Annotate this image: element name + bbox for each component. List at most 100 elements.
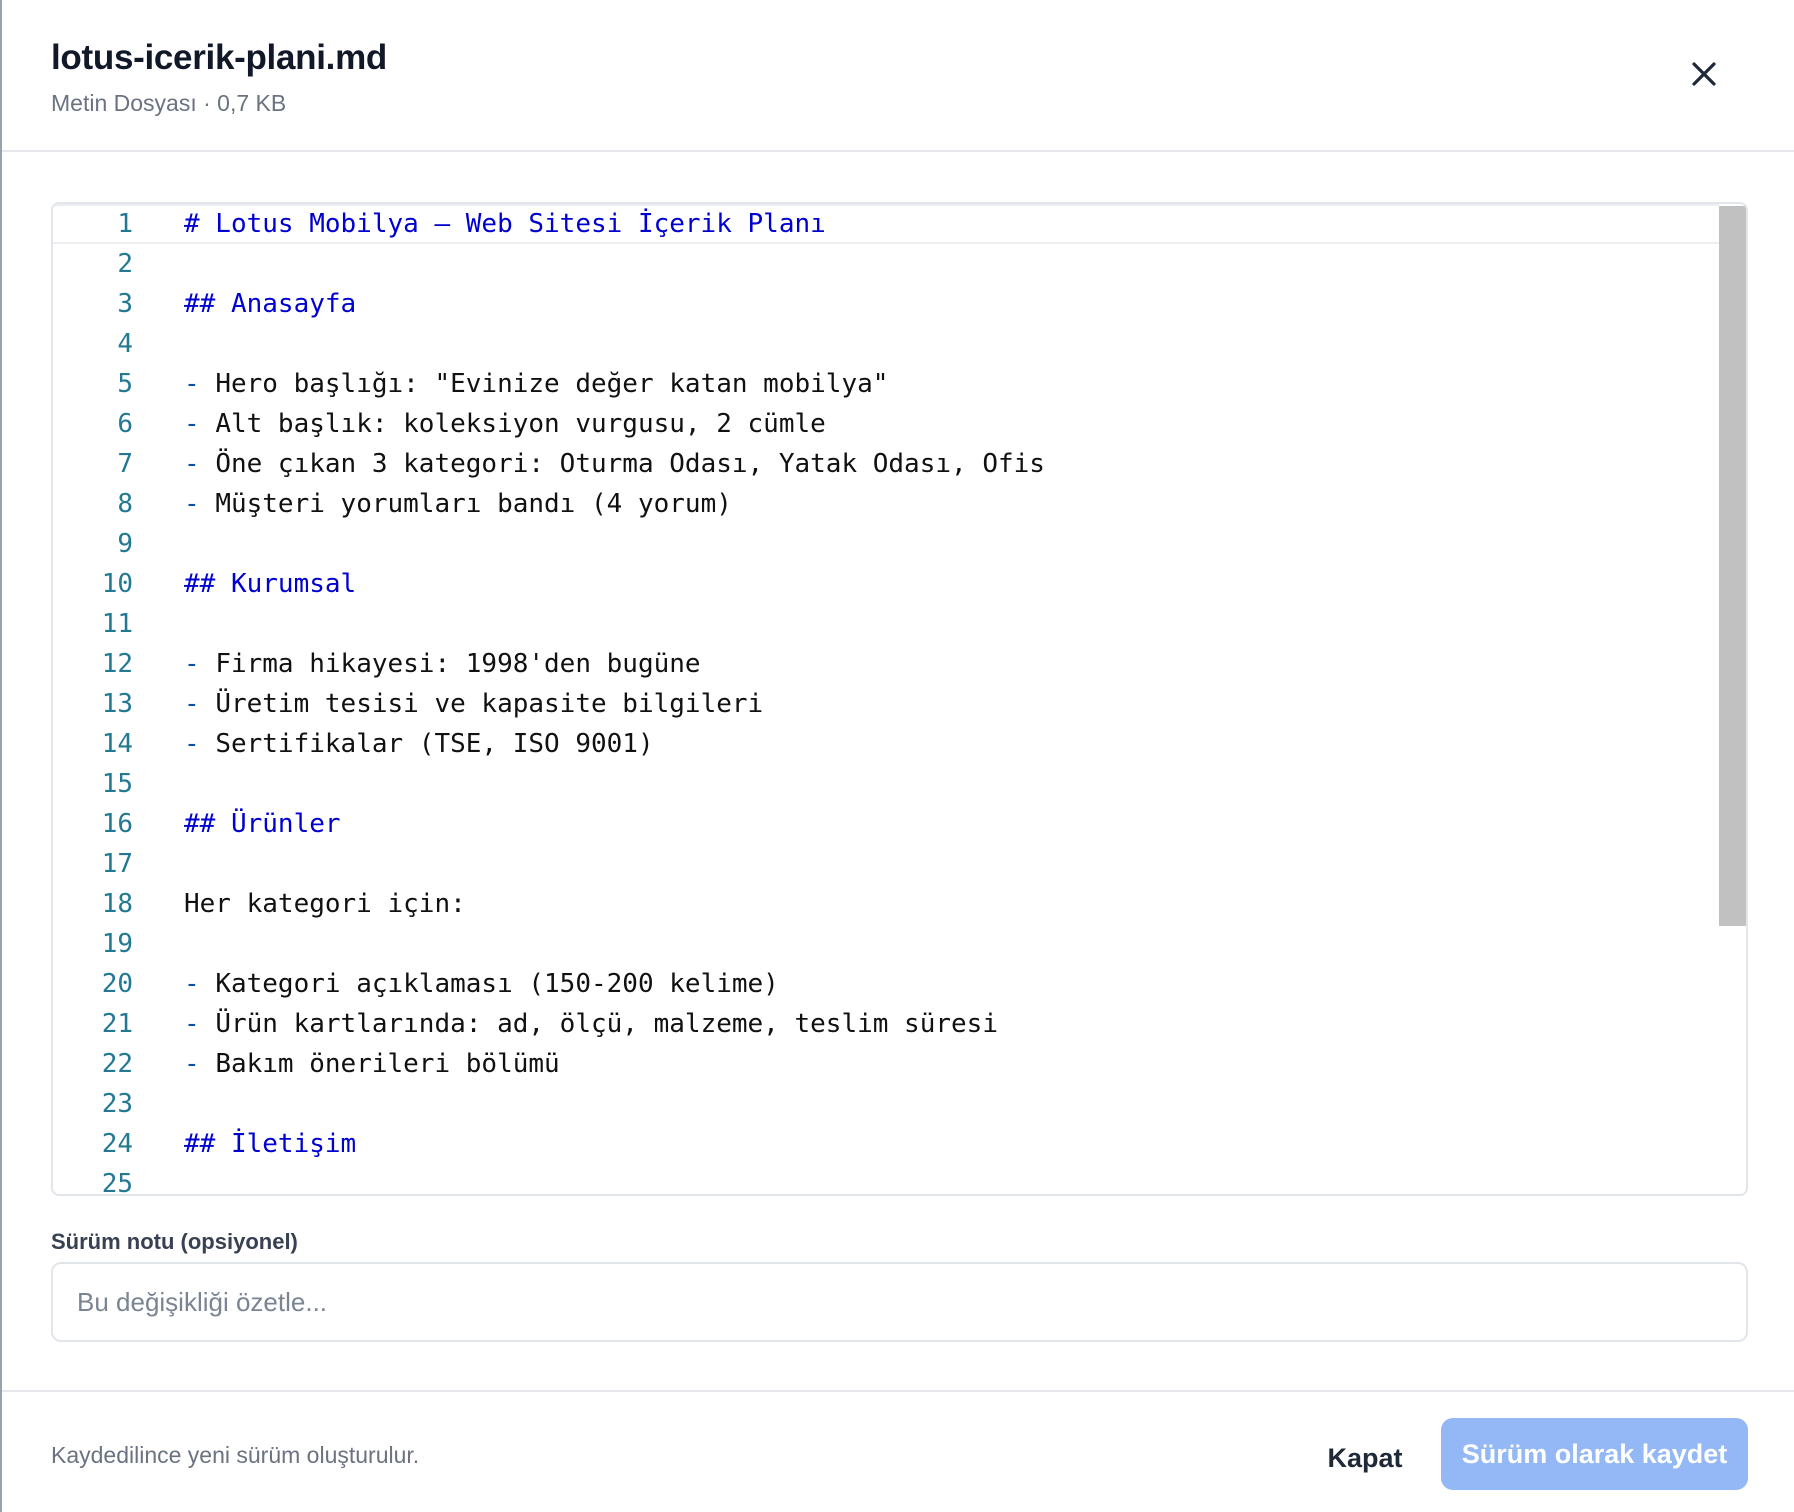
code-line[interactable]: 25: [53, 1164, 1719, 1196]
code-line[interactable]: 3 ## Anasayfa: [53, 284, 1719, 324]
line-content: ## İletişim: [184, 1124, 356, 1164]
list-marker: -: [184, 969, 216, 999]
list-marker: -: [184, 1009, 216, 1039]
line-number: 20: [101, 969, 133, 999]
code-line[interactable]: 8 - Müşteri yorumları bandı (4 yorum): [53, 484, 1719, 524]
list-item-text: Müşteri yorumları bandı (4 yorum): [215, 489, 732, 519]
code-line[interactable]: 5 - Hero başlığı: "Evinize değer katan mo…: [53, 364, 1719, 404]
markdown-heading: ## Anasayfa: [184, 289, 357, 319]
line-number: 13: [101, 689, 133, 719]
line-number: 15: [101, 769, 133, 799]
list-item-text: Üretim tesisi ve kapasite bilgileri: [215, 689, 764, 719]
code-line[interactable]: 13 - Üretim tesisi ve kapasite bilgileri: [53, 684, 1719, 724]
code-line[interactable]: 1 # Lotus Mobilya – Web Sitesi İçerik Pla…: [53, 204, 1719, 244]
line-content: - Öne çıkan 3 kategori: Oturma Odası, Ya…: [184, 444, 1045, 484]
code-line[interactable]: 14 - Sertifikalar (TSE, ISO 9001): [53, 724, 1719, 764]
save-hint: Kaydedilince yeni sürüm oluşturulur.: [51, 1442, 420, 1468]
code-line[interactable]: 2: [53, 244, 1719, 284]
line-content: - Hero başlığı: "Evinize değer katan mob…: [184, 364, 888, 404]
code-line[interactable]: 21 - Ürün kartlarında: ad, ölçü, malzeme,…: [53, 1004, 1719, 1044]
line-content: - Sertifikalar (TSE, ISO 9001): [184, 724, 654, 764]
editor-lines: 1 # Lotus Mobilya – Web Sitesi İçerik Pla…: [53, 204, 1719, 1196]
line-number: 7: [117, 449, 133, 479]
dialog-footer: Kaydedilince yeni sürüm oluşturulur. Kap…: [2, 1390, 1794, 1512]
code-line[interactable]: 4: [53, 324, 1719, 364]
close-icon: [1692, 62, 1716, 86]
list-marker: -: [184, 369, 216, 399]
dialog-header: lotus-icerik-plani.md Metin Dosyası · 0,…: [2, 0, 1794, 152]
list-marker: -: [184, 409, 216, 439]
markdown-heading: # Lotus Mobilya – Web Sitesi İçerik Plan…: [184, 209, 826, 239]
list-item-text: Alt başlık: koleksiyon vurgusu, 2 cümle: [215, 409, 826, 439]
line-number: 17: [101, 849, 133, 879]
line-content: - Alt başlık: koleksiyon vurgusu, 2 cüml…: [184, 404, 826, 444]
plain-text: Her kategori için:: [184, 889, 466, 919]
list-item-text: Bakım önerileri bölümü: [215, 1049, 560, 1079]
line-content: ## Ürünler: [184, 804, 341, 844]
line-number: 14: [101, 729, 133, 759]
line-content: - Kategori açıklaması (150-200 kelime): [184, 964, 779, 1004]
line-number: 23: [101, 1089, 133, 1119]
line-number: 3: [117, 289, 133, 319]
line-number: 25: [101, 1169, 133, 1196]
version-note-label: Sürüm notu (opsiyonel): [51, 1229, 298, 1254]
code-line[interactable]: 20 - Kategori açıklaması (150-200 kelime): [53, 964, 1719, 1004]
list-item-text: Öne çıkan 3 kategori: Oturma Odası, Yata…: [215, 449, 1045, 479]
line-content: - Üretim tesisi ve kapasite bilgileri: [184, 684, 763, 724]
list-marker: -: [184, 689, 216, 719]
editor-scrollbar-thumb[interactable]: [1719, 206, 1746, 926]
file-editor-dialog: lotus-icerik-plani.md Metin Dosyası · 0,…: [0, 0, 1794, 1512]
save-version-button[interactable]: Sürüm olarak kaydet: [1441, 1418, 1748, 1490]
line-number: 22: [101, 1049, 133, 1079]
code-line[interactable]: 24 ## İletişim: [53, 1124, 1719, 1164]
version-note-input[interactable]: [51, 1262, 1748, 1342]
list-marker: -: [184, 729, 216, 759]
line-number: 19: [101, 929, 133, 959]
line-number: 2: [117, 249, 133, 279]
line-number: 6: [117, 409, 133, 439]
line-number: 16: [101, 809, 133, 839]
code-line[interactable]: 7 - Öne çıkan 3 kategori: Oturma Odası, Y…: [53, 444, 1719, 484]
markdown-heading: ## Kurumsal: [184, 569, 357, 599]
code-line[interactable]: 16 ## Ürünler: [53, 804, 1719, 844]
list-item-text: Kategori açıklaması (150-200 kelime): [215, 969, 779, 999]
list-marker: -: [184, 649, 216, 679]
line-number: 10: [101, 569, 133, 599]
dialog-title: lotus-icerik-plani.md: [51, 38, 387, 77]
list-item-text: Firma hikayesi: 1998'den bugüne: [215, 649, 701, 679]
line-number: 4: [117, 329, 133, 359]
line-number: 21: [101, 1009, 133, 1039]
list-item-text: Ürün kartlarında: ad, ölçü, malzeme, tes…: [215, 1009, 998, 1039]
code-line[interactable]: 9: [53, 524, 1719, 564]
list-item-text: Sertifikalar (TSE, ISO 9001): [215, 729, 654, 759]
line-number: 11: [101, 609, 133, 639]
code-line[interactable]: 17: [53, 844, 1719, 884]
line-content: ## Kurumsal: [184, 564, 356, 604]
line-number: 9: [117, 529, 133, 559]
line-number: 24: [101, 1129, 133, 1159]
code-line[interactable]: 18 Her kategori için:: [53, 884, 1719, 924]
list-marker: -: [184, 489, 216, 519]
code-line[interactable]: 19: [53, 924, 1719, 964]
code-line[interactable]: 22 - Bakım önerileri bölümü: [53, 1044, 1719, 1084]
code-line[interactable]: 11: [53, 604, 1719, 644]
list-marker: -: [184, 449, 216, 479]
code-line[interactable]: 23: [53, 1084, 1719, 1124]
list-item-text: Hero başlığı: "Evinize değer katan mobil…: [215, 369, 889, 399]
line-number: 8: [117, 489, 133, 519]
line-number: 5: [117, 369, 133, 399]
close-button[interactable]: [1678, 48, 1730, 100]
markdown-heading: ## İletişim: [184, 1129, 357, 1159]
code-line[interactable]: 15: [53, 764, 1719, 804]
line-content: - Firma hikayesi: 1998'den bugüne: [184, 644, 701, 684]
cancel-button[interactable]: Kapat: [1312, 1428, 1418, 1488]
code-line[interactable]: 6 - Alt başlık: koleksiyon vurgusu, 2 cüm…: [53, 404, 1719, 444]
line-content: ## Anasayfa: [184, 284, 356, 324]
code-line[interactable]: 10 ## Kurumsal: [53, 564, 1719, 604]
line-content: - Ürün kartlarında: ad, ölçü, malzeme, t…: [184, 1004, 998, 1044]
line-content: Her kategori için:: [184, 884, 466, 924]
line-number: 1: [117, 209, 133, 239]
code-line[interactable]: 12 - Firma hikayesi: 1998'den bugüne: [53, 644, 1719, 684]
list-marker: -: [184, 1049, 216, 1079]
code-editor[interactable]: 1 # Lotus Mobilya – Web Sitesi İçerik Pla…: [51, 202, 1748, 1196]
